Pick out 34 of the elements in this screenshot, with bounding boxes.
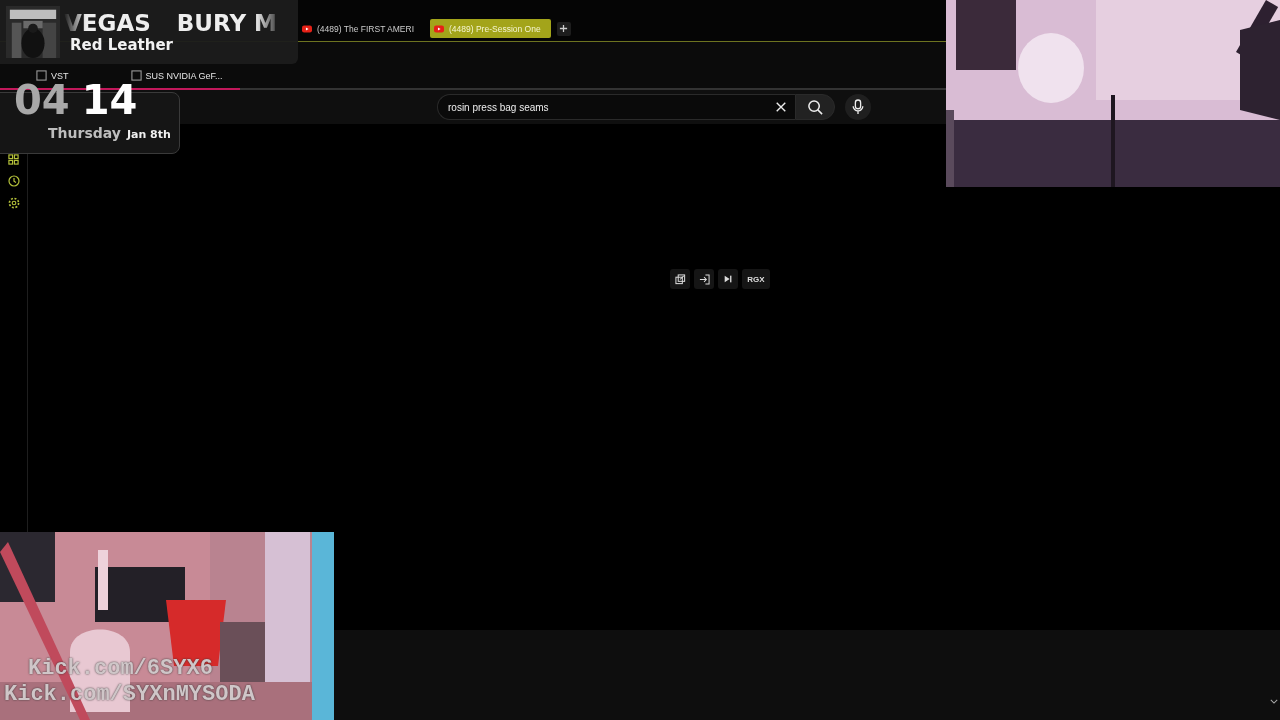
chevron-down-icon[interactable] <box>1270 699 1278 704</box>
microphone-icon <box>851 99 865 115</box>
clock-minutes: 14 <box>81 80 138 120</box>
bookmark[interactable]: VST <box>36 70 69 81</box>
enter-icon <box>698 273 710 285</box>
settings-icon[interactable] <box>7 197 20 209</box>
microphone-button[interactable] <box>845 94 871 120</box>
popout-button[interactable] <box>670 269 690 289</box>
page-icon <box>130 70 142 81</box>
page-icon <box>36 70 47 81</box>
search-icon <box>806 98 824 116</box>
song-title: VEGAS <box>64 10 151 36</box>
popout-icon <box>674 273 686 285</box>
regex-button[interactable]: RGX <box>742 269 770 289</box>
clock-icon[interactable] <box>7 175 20 187</box>
date: Jan 8th <box>126 128 171 141</box>
search-button[interactable] <box>795 94 835 120</box>
browser-tab[interactable]: (4489) The FIRST AMERI <box>298 19 424 38</box>
grid-icon[interactable] <box>8 154 19 165</box>
play-logo-icon <box>302 24 312 33</box>
plus-icon <box>559 24 569 33</box>
song-title: BURY M <box>176 10 277 36</box>
skip-icon <box>723 274 733 284</box>
skip-button[interactable] <box>718 269 738 289</box>
new-tab-button[interactable] <box>556 21 571 36</box>
search-input[interactable]: rosin press bag seams <box>448 101 775 113</box>
close-icon[interactable] <box>775 101 787 113</box>
artist-name: Red Leather <box>70 36 174 54</box>
play-logo-icon <box>434 24 444 33</box>
search-field[interactable]: rosin press bag seams <box>437 94 795 120</box>
weekday: Thursday <box>48 125 121 141</box>
enter-button[interactable] <box>694 269 714 289</box>
bookmark[interactable]: SUS NVIDIA GeF... <box>130 70 223 81</box>
clock-hours: 04 <box>14 80 70 120</box>
